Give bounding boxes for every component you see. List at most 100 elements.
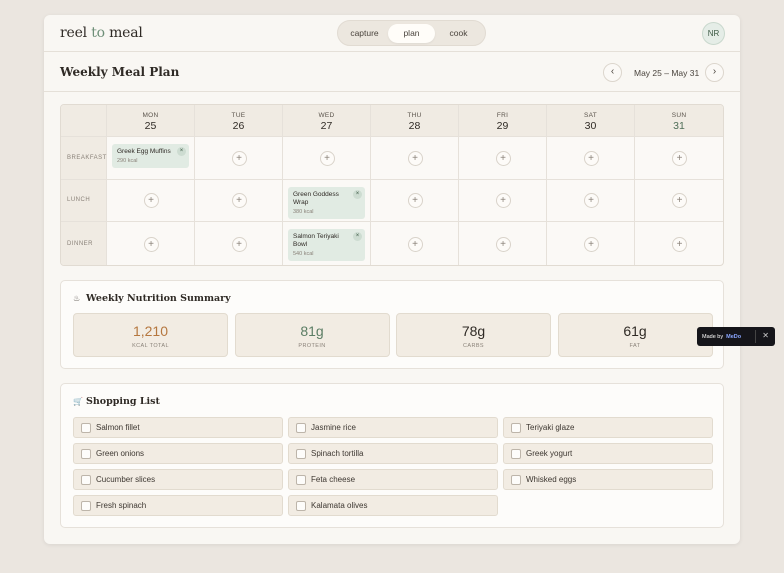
item-checkbox[interactable] (296, 501, 306, 511)
item-checkbox[interactable] (511, 449, 521, 459)
add-meal-button[interactable]: + (672, 193, 687, 209)
slot-mon-dinner: + (107, 222, 195, 265)
shopping-item: Salmon fillet (73, 417, 283, 438)
slot-thu-dinner: + (371, 222, 459, 265)
tab-plan[interactable]: plan (388, 23, 435, 43)
slot-sat-lunch: + (547, 179, 635, 223)
shopping-item: Feta cheese (288, 469, 498, 490)
add-meal-button[interactable]: + (583, 236, 599, 252)
stat-label: PROTEIN (298, 343, 326, 349)
flame-icon: ♨ (73, 294, 81, 303)
day-name: SAT (583, 112, 598, 119)
add-meal-button[interactable]: + (231, 150, 247, 166)
meal-entry-name: Greek Egg Muffins (117, 148, 171, 155)
add-meal-button[interactable]: + (407, 150, 423, 166)
add-meal-button[interactable]: + (407, 236, 423, 252)
add-meal-button[interactable]: + (583, 193, 599, 209)
shopping-item: Green onions (73, 443, 283, 464)
meal-label-lunch: LUNCH (61, 179, 107, 223)
prev-week-button[interactable]: ‹ (603, 63, 622, 82)
meal-entry-name: Green Goddess Wrap (293, 190, 339, 206)
day-header-wed: WED 27 (283, 105, 371, 137)
nutrition-stat: 61g FAT (557, 313, 713, 357)
stat-value: 78g (461, 323, 486, 339)
app-logo[interactable]: reel to meal (60, 25, 143, 41)
chevron-right-icon: › (712, 66, 717, 77)
slot-sun-dinner: + (635, 222, 723, 265)
slot-fri-breakfast: + (459, 137, 547, 180)
item-label: Greek yogurt (526, 449, 573, 458)
app-card: reel to meal capture plan cook NR Weekly… (44, 15, 740, 544)
slot-thu-breakfast: + (371, 137, 459, 180)
day-name: WED (318, 112, 335, 119)
mode-switcher: capture plan cook (337, 20, 486, 46)
item-checkbox[interactable] (511, 475, 521, 485)
shopping-item: Fresh spinach (73, 495, 283, 516)
meal-entry[interactable]: Salmon Teriyaki Bowl 540 kcal × (288, 229, 365, 262)
add-meal-button[interactable]: + (583, 150, 599, 166)
day-name: THU (407, 112, 422, 119)
logo-text-3: meal (109, 25, 143, 41)
day-header-sat: SAT 30 (547, 105, 635, 137)
next-week-button[interactable]: › (705, 63, 724, 82)
nutrition-stat: 78g CARBS (396, 313, 551, 357)
shopping-item: Cucumber slices (73, 469, 283, 490)
slot-tue-breakfast: + (195, 137, 283, 180)
meal-label-breakfast: BREAKFAST (61, 137, 107, 180)
made-by-badge[interactable]: Made by MeDo ✕ (697, 327, 775, 346)
shopping-item: Greek yogurt (503, 443, 713, 464)
remove-icon[interactable]: × (353, 189, 362, 199)
add-meal-button[interactable]: + (672, 150, 687, 166)
add-meal-button[interactable]: + (407, 193, 423, 209)
add-meal-button[interactable]: + (231, 193, 247, 209)
add-meal-button[interactable]: + (231, 236, 247, 252)
badge-divider (755, 330, 756, 343)
item-checkbox[interactable] (81, 423, 91, 433)
day-name: MON (142, 112, 159, 119)
add-meal-button[interactable]: + (495, 150, 511, 166)
item-checkbox[interactable] (511, 423, 521, 433)
day-name: TUE (231, 112, 246, 119)
nutrition-title: Weekly Nutrition Summary (86, 293, 231, 304)
remove-icon[interactable]: × (177, 147, 186, 156)
meal-label-dinner: DINNER (61, 222, 107, 265)
slot-wed-breakfast: + (283, 137, 371, 180)
item-checkbox[interactable] (296, 423, 306, 433)
item-label: Spinach tortilla (311, 449, 364, 458)
add-meal-button[interactable]: + (319, 150, 335, 166)
day-number: 26 (232, 120, 245, 132)
add-meal-button[interactable]: + (495, 236, 511, 252)
grid-corner (61, 105, 107, 137)
logo-text-2: to (86, 25, 110, 41)
tab-capture[interactable]: capture (341, 24, 388, 43)
add-meal-button[interactable]: + (143, 236, 159, 252)
close-icon[interactable]: ✕ (762, 331, 769, 340)
stat-value: 1,210 (132, 323, 169, 339)
shopping-item: Kalamata olives (288, 495, 498, 516)
add-meal-button[interactable]: + (672, 236, 687, 252)
day-header-fri: FRI 29 (459, 105, 547, 137)
meal-entry[interactable]: Greek Egg Muffins 290 kcal × (112, 144, 189, 168)
slot-sun-breakfast: + (635, 137, 723, 180)
top-bar: reel to meal capture plan cook NR (44, 15, 740, 52)
item-checkbox[interactable] (81, 449, 91, 459)
cart-icon: 🛒 (73, 397, 83, 406)
remove-icon[interactable]: × (353, 232, 362, 242)
stat-label: FAT (629, 343, 641, 349)
tab-cook[interactable]: cook (435, 24, 482, 43)
day-name: SUN (671, 112, 687, 119)
shopping-title: Shopping List (86, 396, 160, 407)
page-title: Weekly Meal Plan (60, 65, 180, 79)
add-meal-button[interactable]: + (143, 193, 159, 209)
item-checkbox[interactable] (296, 449, 306, 459)
item-checkbox[interactable] (296, 475, 306, 485)
item-checkbox[interactable] (81, 475, 91, 485)
nutrition-stat: 1,210 KCAL TOTAL (73, 313, 228, 357)
add-meal-button[interactable]: + (495, 193, 511, 209)
day-header-tue: TUE 26 (195, 105, 283, 137)
item-checkbox[interactable] (81, 501, 91, 511)
slot-mon-breakfast: Greek Egg Muffins 290 kcal × (107, 137, 195, 180)
meal-entry[interactable]: Green Goddess Wrap 380 kcal × (288, 186, 365, 219)
item-label: Jasmine rice (311, 423, 356, 432)
user-avatar[interactable]: NR (702, 22, 725, 45)
